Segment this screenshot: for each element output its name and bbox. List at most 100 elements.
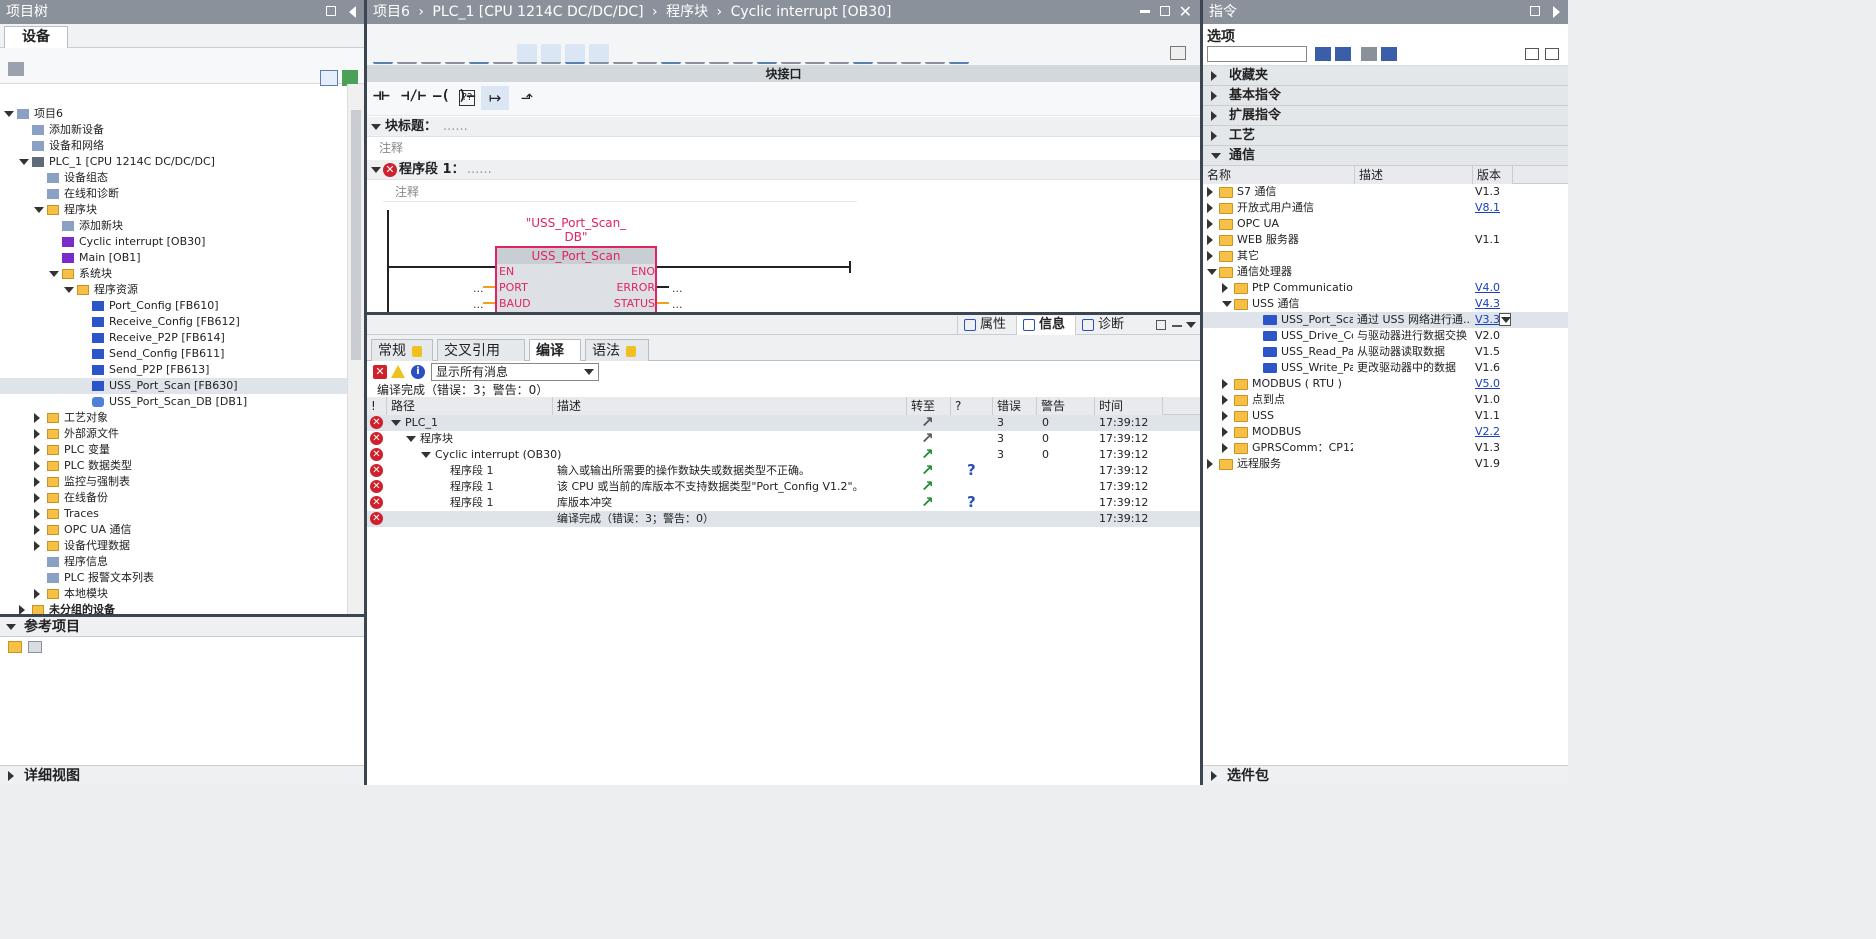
absolute-address-icon[interactable] [493,44,513,64]
restore-icon[interactable] [1160,6,1170,16]
instruction-version[interactable]: V4.3 [1475,296,1500,312]
message-row[interactable]: ✕ 程序块 ↗ 3 0 17:39:12 [367,430,1200,447]
goto-arrow-icon[interactable]: ↗ [921,430,934,446]
message-row[interactable]: ✕ PLC_1 ↗ 3 0 17:39:12 [367,414,1200,431]
network-header[interactable]: ✕ 程序段 1： ...... [367,160,1200,180]
restore-icon[interactable] [1156,320,1166,330]
instruction-item[interactable]: USS 通信 V4.3 [1203,296,1568,312]
chevron-right-icon[interactable] [34,445,40,455]
filter-info-icon[interactable]: i [411,365,425,379]
reference-projects-header[interactable]: 参考项目 [0,617,364,637]
search-down-icon[interactable] [1315,47,1331,61]
call-hierarchy-icon[interactable] [685,44,705,64]
tree-item[interactable]: Port_Config [FB610] [0,298,347,314]
settings-icon[interactable] [1361,47,1377,61]
tree-item[interactable]: Receive_Config [FB612] [0,314,347,330]
info-tab-0[interactable]: 常规 [371,339,433,361]
messages-column-header[interactable]: ? [951,397,993,415]
option-packages-header[interactable]: 选件包 [1203,765,1568,785]
messages-column-header[interactable]: 路径 [387,397,553,415]
messages-column-header[interactable]: 时间 [1095,397,1163,415]
block-title-row[interactable]: 块标题： ...... [367,117,1200,137]
chevron-right-icon[interactable] [1222,411,1228,421]
chevron-right-icon[interactable] [1207,203,1213,213]
tree-scrollbar-thumb[interactable] [351,110,361,360]
tree-options-icon[interactable] [8,62,24,76]
instruction-item[interactable]: S7 通信 V1.3 [1203,184,1568,200]
breadcrumb-item[interactable]: Cyclic interrupt [OB30] [731,4,892,20]
chevron-right-icon[interactable] [1207,187,1213,197]
tree-item[interactable]: 程序资源 [0,282,347,298]
fb-input-pin[interactable]: EN [499,264,514,280]
message-row[interactable]: ✕ 程序段 1 该 CPU 或当前的库版本不支持数据类型"Port_Config V… [367,478,1200,495]
show-comments-icon[interactable] [565,44,585,64]
tree-item[interactable]: 在线和诊断 [0,186,347,202]
chevron-down-icon[interactable] [64,287,74,293]
chevron-right-icon[interactable] [1222,283,1228,293]
status-operand-placeholder[interactable]: ... [672,298,683,311]
fb-output-pin[interactable]: ENO [631,264,655,280]
compare-icon[interactable] [805,44,825,64]
chevron-down-icon[interactable] [421,452,431,458]
version-icon[interactable] [1381,47,1397,61]
detail-view-header[interactable]: 详细视图 [0,765,364,785]
network-title-value[interactable]: ...... [467,160,492,180]
plc-sim-icon[interactable] [901,44,921,64]
chevron-down-icon[interactable] [34,207,44,213]
instruction-item[interactable]: 开放式用户通信 V8.1 [1203,200,1568,216]
inspector-tab-1[interactable]: 信息 [1015,316,1075,335]
reference-icon[interactable] [877,44,897,64]
instruction-item[interactable]: 远程服务 V1.9 [1203,456,1568,472]
tree-item[interactable]: 程序块 [0,202,347,218]
chevron-right-icon[interactable] [1222,443,1228,453]
tree-item[interactable]: 未分组的设备 [0,602,347,614]
tree-item[interactable]: 设备代理数据 [0,538,347,554]
instructions-column-header[interactable]: 版本 [1473,166,1513,184]
no-contact-icon[interactable]: ⊣⊢ [373,88,390,104]
chevron-right-icon[interactable] [34,429,40,439]
instruction-section[interactable]: 通信 [1203,146,1568,166]
help-icon[interactable]: ? [967,494,976,510]
tree-item[interactable]: PLC 报警文本列表 [0,570,347,586]
collapse-icon[interactable] [637,44,657,64]
delete-network-icon[interactable] [397,44,417,64]
goto-arrow-icon[interactable]: ↗ [921,414,934,430]
messages-column-header[interactable]: ! [367,397,387,415]
instruction-item[interactable]: WEB 服务器 V1.1 [1203,232,1568,248]
tree-item[interactable]: 系统块 [0,266,347,282]
chevron-right-icon[interactable] [19,605,25,614]
instruction-search-input[interactable] [1207,46,1307,62]
breadcrumb-item[interactable]: PLC_1 [CPU 1214C DC/DC/DC] [432,4,643,20]
port-operand-placeholder[interactable]: ... [473,282,484,295]
instruction-version[interactable]: V3.3 [1475,312,1500,328]
inspector-tab-0[interactable]: 属性 [956,316,1016,335]
open-branch-icon[interactable]: ↦ [481,86,509,110]
tree-item[interactable]: PLC_1 [CPU 1214C DC/DC/DC] [0,154,347,170]
chevron-down-icon[interactable] [1186,322,1196,328]
tree-item[interactable]: 程序信息 [0,554,347,570]
goto-arrow-icon[interactable]: ↗ [921,494,934,510]
baud-operand-placeholder[interactable]: ... [473,298,484,311]
instruction-version[interactable]: V8.1 [1475,200,1500,216]
download-icon[interactable] [781,44,801,64]
chevron-right-icon[interactable] [34,509,40,519]
help-icon[interactable]: ? [967,462,976,478]
tree-item[interactable]: 本地模块 [0,586,347,602]
instruction-item[interactable]: 其它 [1203,248,1568,264]
block-title-value[interactable]: ...... [443,117,468,137]
close-branch-icon[interactable]: ⬏ [513,86,541,110]
restore-icon[interactable] [1530,6,1540,16]
chevron-down-icon[interactable] [1222,301,1232,307]
empty-box-icon[interactable]: ?? [459,90,475,106]
split-view-icon[interactable] [1170,46,1186,60]
minimize-icon[interactable] [1172,325,1182,327]
tree-item[interactable]: Main [OB1] [0,250,347,266]
goto-arrow-icon[interactable]: ↗ [921,478,934,494]
tree-item[interactable]: 项目6 [0,106,347,122]
instruction-item[interactable]: USS_Write_Param 更改驱动器中的数据 V1.6 [1203,360,1568,376]
message-row[interactable]: ✕ Cyclic interrupt (OB30) ↗ 3 0 17:39:12 [367,446,1200,463]
instructions-column-header[interactable]: 名称 [1203,166,1355,184]
instructions-column-header[interactable]: 描述 [1355,166,1473,184]
chevron-right-icon[interactable] [1222,379,1228,389]
insert-network-icon[interactable] [373,44,393,64]
